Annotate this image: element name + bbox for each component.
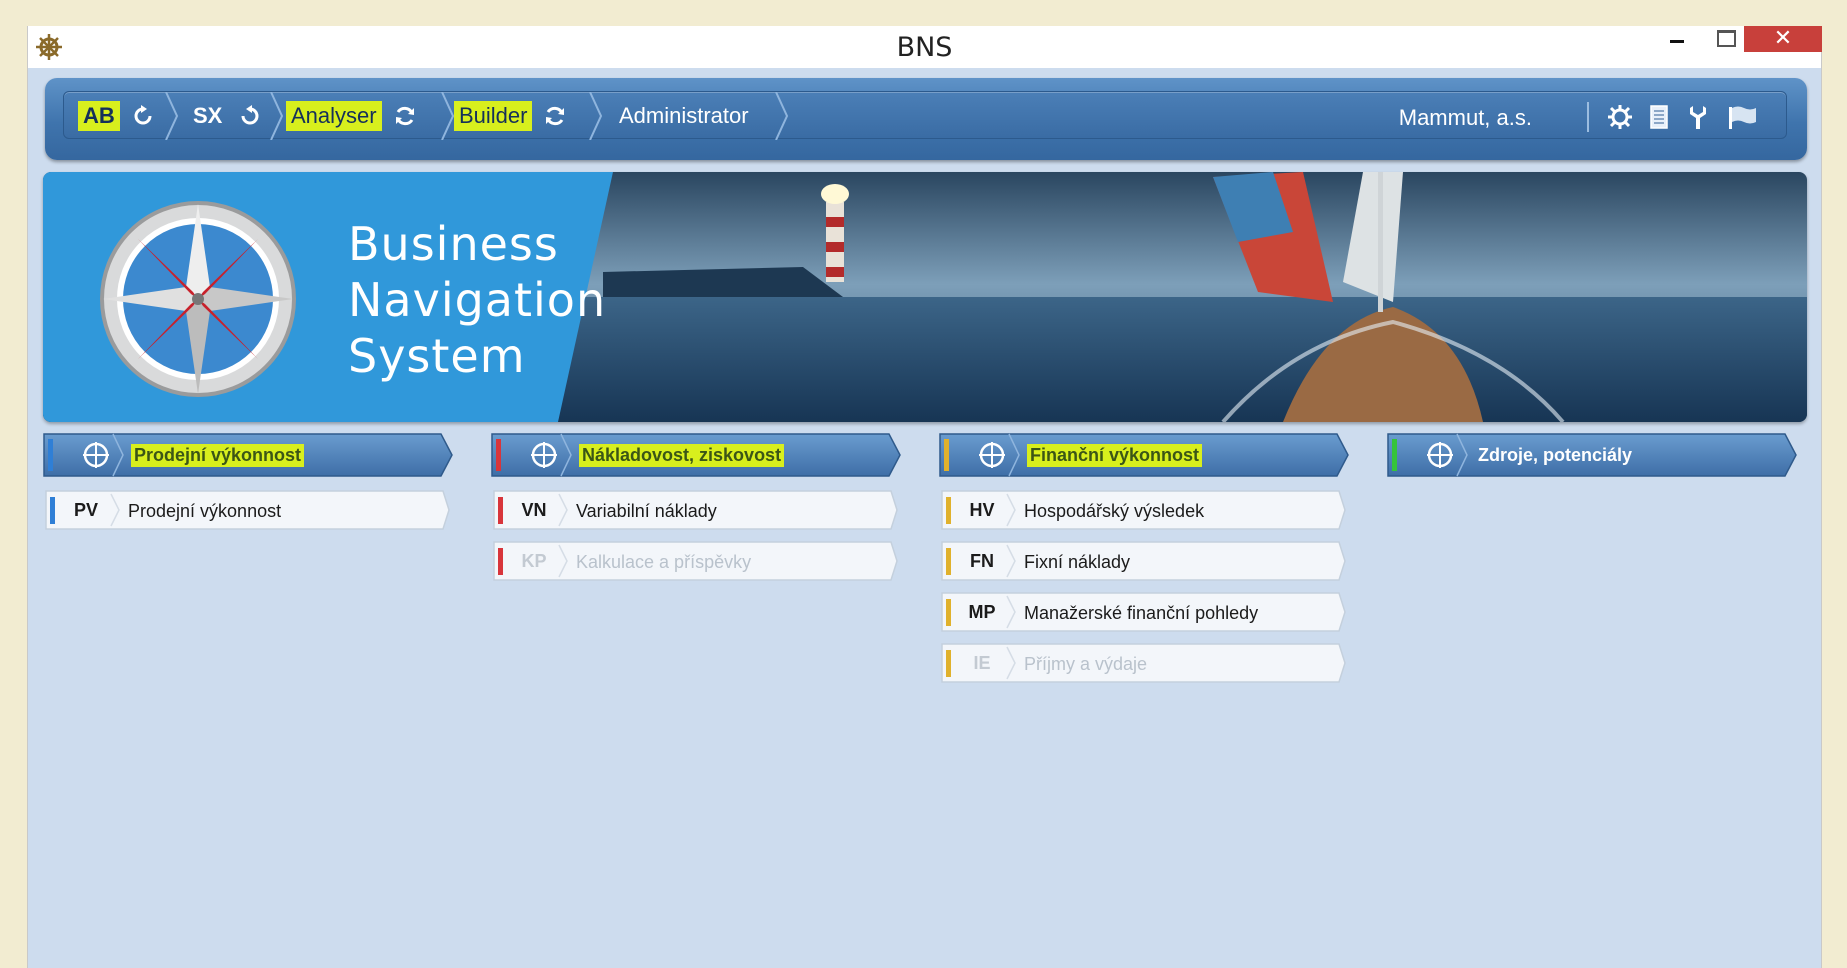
menu-item-code: MP [968, 602, 996, 622]
menu-item-code: PV [73, 500, 98, 520]
module-ab-label: AB [78, 101, 120, 131]
category-header-label: Prodejní výkonnost [131, 444, 305, 467]
category-header-label: Zdroje, potenciály [1478, 445, 1633, 465]
brand-line-business: Business [348, 217, 559, 271]
category-color-stripe [48, 439, 53, 471]
brand-title: Business Navigation System [348, 216, 606, 384]
compass-rose-logo [100, 201, 296, 397]
menu-item: IE Příjmy a výdaje [939, 641, 1349, 685]
company-name[interactable]: Mammut, a.s. [1399, 105, 1532, 131]
client-area: AB SX Analyser Builder Administrator Mam… [28, 68, 1821, 968]
menu-item-label: Hospodářský výsledek [1024, 501, 1205, 521]
refresh-icon[interactable] [237, 103, 263, 129]
menu-item[interactable]: PV Prodejní výkonnost [43, 488, 453, 532]
maximize-button[interactable] [1704, 26, 1748, 54]
menu-item-code: KP [521, 551, 547, 571]
module-analyser-label: Analyser [286, 101, 382, 131]
close-button[interactable]: ✕ [1744, 26, 1822, 52]
breadcrumb-separator [270, 92, 284, 140]
menu-item-label: Kalkulace a příspěvky [576, 552, 752, 572]
tools-wrench-icon[interactable] [1684, 103, 1712, 131]
module-builder-label: Builder [454, 101, 533, 131]
sailing-scene-image [43, 172, 1807, 422]
category-header[interactable]: Prodejní výkonnost [43, 433, 453, 477]
category-color-stripe [496, 439, 501, 471]
refresh-icon[interactable] [130, 103, 156, 129]
menu-item[interactable]: MP Manažerské finanční pohledy [939, 590, 1349, 634]
settings-gear-icon[interactable] [1606, 103, 1634, 131]
top-navigation-bar: AB SX Analyser Builder Administrator Mam… [45, 78, 1807, 160]
menu-item-code: HV [969, 500, 995, 520]
category-header[interactable]: Nákladovost, ziskovost [491, 433, 901, 477]
globe-compass-icon [1427, 442, 1453, 468]
module-ab[interactable]: AB [78, 92, 156, 140]
menu-item-code: IE [973, 653, 991, 673]
menu-item-color-stripe [946, 548, 951, 575]
menu-item-label: Fixní náklady [1024, 552, 1131, 572]
breadcrumb-separator [165, 92, 179, 140]
globe-compass-icon [83, 442, 109, 468]
brand-line-navigation: Navigation [348, 273, 607, 327]
menu-item-code: FN [970, 551, 994, 571]
menu-item-color-stripe [946, 599, 951, 626]
app-window: BNS ✕ AB SX Analyser Builder Administrat… [27, 26, 1822, 968]
hero-banner: Business Navigation System [43, 172, 1807, 422]
menu-item: KP Kalkulace a příspěvky [491, 539, 901, 583]
menu-item-color-stripe [946, 650, 951, 677]
module-sx-label: SX [193, 103, 223, 128]
brand-line-system: System [348, 329, 526, 383]
menu-item-color-stripe [50, 497, 55, 524]
module-analyser[interactable]: Analyser [286, 92, 418, 140]
menu-item-label: Manažerské finanční pohledy [1024, 603, 1259, 623]
title-bar: BNS ✕ [28, 26, 1822, 68]
globe-compass-icon [531, 442, 557, 468]
refresh-icon[interactable] [392, 103, 418, 129]
module-administrator[interactable]: Administrator [614, 92, 754, 140]
globe-compass-icon [979, 442, 1005, 468]
category-header[interactable]: Zdroje, potenciály [1387, 433, 1797, 477]
document-icon[interactable] [1645, 103, 1673, 131]
category-header-label: Finanční výkonnost [1027, 444, 1203, 467]
menu-item[interactable]: HV Hospodářský výsledek [939, 488, 1349, 532]
module-sx[interactable]: SX [188, 92, 263, 140]
menu-item-label: Prodejní výkonnost [128, 501, 282, 521]
category-color-stripe [944, 439, 949, 471]
category-color-stripe [1392, 439, 1397, 471]
category-header[interactable]: Finanční výkonnost [939, 433, 1349, 477]
flag-icon[interactable] [1726, 103, 1758, 131]
breadcrumb-separator [589, 92, 603, 140]
breadcrumb: AB SX Analyser Builder Administrator Mam… [63, 91, 1787, 140]
menu-item-code: VN [521, 500, 547, 520]
menu-item-color-stripe [498, 548, 503, 575]
module-builder[interactable]: Builder [454, 92, 568, 140]
menu-item-label: Variabilní náklady [576, 501, 717, 521]
menu-item-label: Příjmy a výdaje [1024, 654, 1148, 674]
menu-item-color-stripe [946, 497, 951, 524]
refresh-icon[interactable] [542, 103, 568, 129]
toolbar-divider [1587, 102, 1589, 132]
menu-item[interactable]: VN Variabilní náklady [491, 488, 901, 532]
breadcrumb-separator [775, 92, 789, 140]
menu-item[interactable]: FN Fixní náklady [939, 539, 1349, 583]
minimize-button[interactable] [1656, 26, 1700, 54]
menu-item-color-stripe [498, 497, 503, 524]
category-header-label: Nákladovost, ziskovost [579, 444, 785, 467]
module-administrator-label: Administrator [619, 103, 749, 128]
window-title: BNS [896, 32, 953, 63]
